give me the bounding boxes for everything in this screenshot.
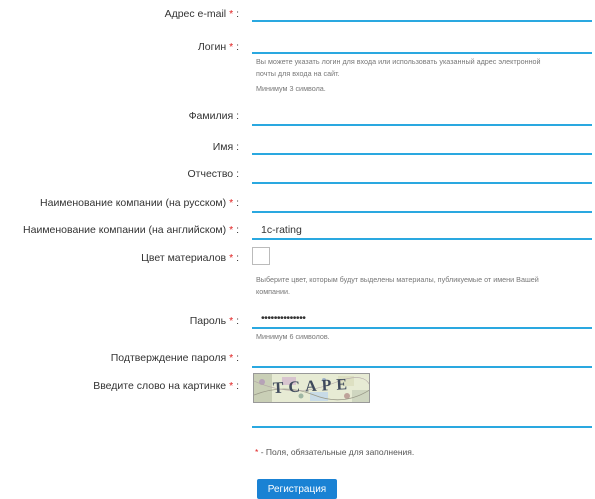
- color-label: Цвет материалов * :: [141, 251, 239, 265]
- required-note-text: - Поля, обязательные для заполнения.: [260, 447, 415, 457]
- firstname-label-text: Имя: [212, 141, 234, 153]
- required-star: *: [229, 315, 234, 327]
- captcha-image: TCAPE: [253, 373, 370, 403]
- middlename-label: Отчество :: [188, 167, 240, 181]
- middlename-label-text: Отчество: [187, 168, 234, 180]
- label-colon: :: [236, 110, 239, 122]
- login-hint: Вы можете указать логин для входа или ис…: [256, 56, 595, 95]
- color-label-text: Цвет материалов: [141, 252, 227, 264]
- login-hint-line3: Минимум 3 символа.: [256, 84, 326, 93]
- required-star: *: [229, 352, 234, 364]
- captcha-input[interactable]: [252, 408, 592, 428]
- company-en-label-text: Наименование компании (на английском): [23, 224, 227, 236]
- label-colon: :: [236, 380, 239, 392]
- password-value: ••••••••••••••: [261, 312, 306, 324]
- login-label: Логин * :: [198, 40, 239, 54]
- password-hint: Минимум 6 символов.: [256, 332, 330, 341]
- firstname-label: Имя :: [213, 140, 239, 154]
- label-colon: :: [236, 41, 239, 53]
- lastname-label: Фамилия :: [189, 109, 239, 123]
- email-label: Адрес e-mail * :: [165, 7, 239, 21]
- confirm-password-label-text: Подтверждение пароля: [110, 352, 227, 364]
- password-label-text: Пароль: [189, 315, 227, 327]
- required-star: *: [229, 252, 234, 264]
- email-label-text: Адрес e-mail: [164, 8, 227, 20]
- label-colon: :: [236, 8, 239, 20]
- label-colon: :: [236, 352, 239, 364]
- company-ru-label: Наименование компании (на русском) * :: [40, 196, 239, 210]
- confirm-password-input[interactable]: [252, 348, 592, 368]
- company-en-value: 1c-rating: [261, 224, 302, 236]
- required-note: * - Поля, обязательные для заполнения.: [255, 447, 414, 457]
- color-hint-line1: Выберите цвет, которым будут выделены ма…: [256, 275, 539, 284]
- login-hint-line1: Вы можете указать логин для входа или ис…: [256, 57, 541, 66]
- email-input[interactable]: [252, 2, 592, 22]
- required-star: *: [229, 197, 234, 209]
- password-label: Пароль * :: [190, 314, 239, 328]
- middlename-input[interactable]: [252, 164, 592, 184]
- register-button[interactable]: Регистрация: [257, 479, 337, 499]
- label-colon: :: [236, 197, 239, 209]
- required-star: *: [229, 8, 234, 20]
- firstname-input[interactable]: [252, 135, 592, 155]
- label-colon: :: [236, 315, 239, 327]
- login-label-text: Логин: [197, 41, 227, 53]
- captcha-label: Введите слово на картинке * :: [93, 379, 239, 393]
- captcha-label-text: Введите слово на картинке: [93, 380, 227, 392]
- company-ru-label-text: Наименование компании (на русском): [40, 197, 227, 209]
- label-colon: :: [236, 252, 239, 264]
- login-hint-line2: почты для входа на сайт.: [256, 69, 340, 78]
- confirm-password-label: Подтверждение пароля * :: [111, 351, 239, 365]
- label-colon: :: [236, 224, 239, 236]
- company-ru-input[interactable]: [252, 193, 592, 213]
- login-input[interactable]: [252, 34, 592, 54]
- color-hint: Выберите цвет, которым будут выделены ма…: [256, 274, 595, 298]
- company-en-label: Наименование компании (на английском) * …: [23, 223, 239, 237]
- required-star: *: [229, 41, 234, 53]
- lastname-label-text: Фамилия: [188, 110, 234, 122]
- color-picker-swatch[interactable]: [252, 247, 270, 265]
- lastname-input[interactable]: [252, 106, 592, 126]
- required-star: *: [229, 224, 234, 236]
- label-colon: :: [236, 168, 239, 180]
- required-star: *: [255, 447, 259, 457]
- label-colon: :: [236, 141, 239, 153]
- required-star: *: [229, 380, 234, 392]
- color-hint-line2: компании.: [256, 287, 291, 296]
- company-en-input[interactable]: [252, 220, 592, 240]
